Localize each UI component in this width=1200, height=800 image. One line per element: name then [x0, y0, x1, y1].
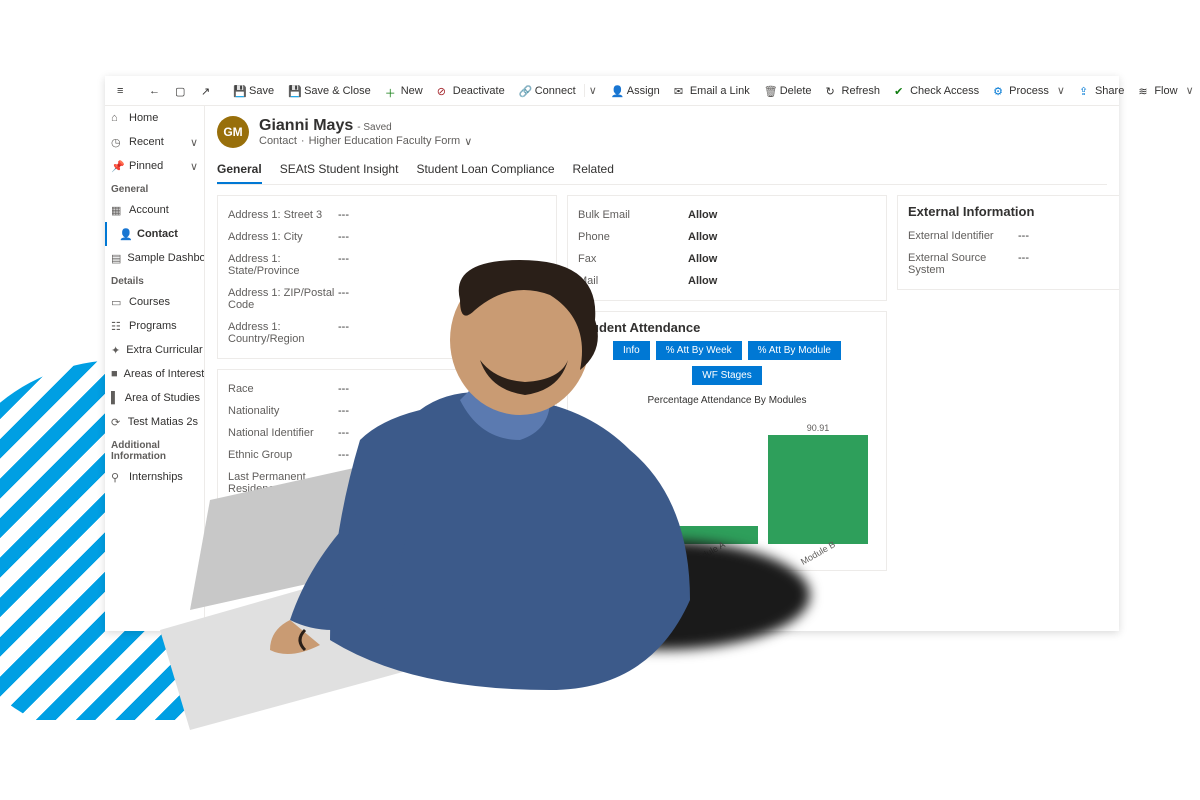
connect-icon: 🔗	[519, 85, 531, 97]
connect-button[interactable]: 🔗Connect∨	[513, 79, 603, 103]
sidebar-item-contact[interactable]: 👤 Contact	[105, 222, 204, 246]
sidebar-item-pinned[interactable]: 📌 Pinned ∨	[105, 154, 204, 178]
field-label: External Identifier	[908, 230, 1018, 242]
new-button[interactable]: ＋New	[379, 79, 429, 103]
plus-icon: ＋	[385, 85, 397, 97]
account-icon: ▦	[111, 204, 123, 216]
programs-icon: ☷	[111, 320, 123, 332]
field-value: Allow	[688, 231, 717, 243]
refresh-button[interactable]: ↻Refresh	[820, 79, 887, 103]
field-value: Allow	[688, 209, 717, 221]
dashboard-icon: ▤	[111, 252, 121, 264]
field-label: Bulk Email	[578, 209, 688, 221]
field-row[interactable]: External Identifier---	[908, 225, 1116, 247]
form-icon: ▢	[175, 85, 187, 97]
email-icon: ✉	[674, 85, 686, 97]
back-icon: ←	[149, 85, 161, 97]
process-icon: ⚙	[993, 85, 1005, 97]
pin-icon: 📌	[111, 160, 123, 172]
deactivate-icon: ⊘	[437, 85, 449, 97]
field-label: Phone	[578, 231, 688, 243]
email-link-button[interactable]: ✉Email a Link	[668, 79, 756, 103]
flow-icon: ≋	[1138, 85, 1150, 97]
field-value: ---	[338, 231, 349, 243]
command-bar: ≡ ← ▢ ↗ 💾Save 💾Save & Close ＋New ⊘Deacti…	[105, 76, 1119, 106]
back-button[interactable]: ←	[143, 79, 167, 103]
delete-button[interactable]: 🗑Delete	[758, 79, 818, 103]
field-label: Address 1: City	[228, 231, 338, 243]
save-close-button[interactable]: 💾Save & Close	[282, 79, 377, 103]
chevron-down-icon: ∨	[190, 136, 198, 149]
form-button[interactable]: ▢	[169, 79, 193, 103]
check-access-button[interactable]: ✔Check Access	[888, 79, 985, 103]
sidebar-item-home[interactable]: ⌂ Home	[105, 106, 204, 130]
field-row[interactable]: Address 1: City---	[228, 226, 546, 248]
chart-bar	[768, 435, 868, 544]
sidebar-item-label: Account	[129, 204, 169, 216]
extra-icon: ✦	[111, 344, 120, 356]
field-value: ---	[1018, 252, 1029, 276]
field-row[interactable]: Bulk EmailAllow	[578, 204, 876, 226]
nav-section-general: General	[105, 178, 204, 198]
process-button[interactable]: ⚙Process∨	[987, 79, 1071, 103]
assign-button[interactable]: 👤Assign	[605, 79, 666, 103]
clock-icon: ◷	[111, 136, 123, 148]
save-close-icon: 💾	[288, 85, 300, 97]
field-row[interactable]: PhoneAllow	[578, 226, 876, 248]
record-subtitle: Contact · Higher Education Faculty Form …	[259, 135, 472, 148]
check-icon: ✔	[894, 85, 906, 97]
courses-icon: ▭	[111, 296, 123, 308]
open-button[interactable]: ↗	[195, 79, 219, 103]
sidebar-item-label: Recent	[129, 136, 164, 148]
field-row[interactable]: Address 1: Street 3---	[228, 204, 546, 226]
field-value: ---	[338, 209, 349, 221]
share-button[interactable]: ⇪Share	[1073, 79, 1130, 103]
sidebar-item-account[interactable]: ▦ Account	[105, 198, 204, 222]
chevron-down-icon: ∨	[584, 84, 597, 97]
test-icon: ⟳	[111, 416, 122, 428]
sidebar-item-label: Home	[129, 112, 158, 124]
record-title: Gianni Mays	[259, 117, 353, 134]
avatar: GM	[217, 116, 249, 148]
save-icon: 💾	[233, 85, 245, 97]
contact-icon: 👤	[119, 228, 131, 240]
tab-seats-student-insight[interactable]: SEAtS Student Insight	[280, 156, 399, 184]
save-status: - Saved	[357, 122, 391, 133]
intern-icon: ⚲	[111, 471, 123, 483]
delete-icon: 🗑	[764, 85, 776, 97]
tab-related[interactable]: Related	[573, 156, 614, 184]
refresh-icon: ↻	[826, 85, 838, 97]
menu-button[interactable]: ≡	[111, 79, 135, 103]
sidebar-item-recent[interactable]: ◷ Recent ∨	[105, 130, 204, 154]
person-photo	[130, 260, 750, 760]
home-icon: ⌂	[111, 112, 123, 124]
field-label: Address 1: Street 3	[228, 209, 338, 221]
save-button[interactable]: 💾Save	[227, 79, 280, 103]
external-info-card: External Information External Identifier…	[897, 195, 1119, 290]
tab-student-loan-compliance[interactable]: Student Loan Compliance	[416, 156, 554, 184]
tab-general[interactable]: General	[217, 156, 262, 184]
field-label: External Source System	[908, 252, 1018, 276]
hamburger-icon: ≡	[117, 85, 129, 97]
chevron-down-icon: ∨	[190, 160, 198, 173]
deactivate-button[interactable]: ⊘Deactivate	[431, 79, 511, 103]
open-icon: ↗	[201, 85, 213, 97]
form-tabs: General SEAtS Student Insight Student Loan…	[217, 156, 1107, 185]
sidebar-item-label: Contact	[137, 228, 178, 240]
chart-value-label: 90.91	[807, 423, 830, 433]
field-row[interactable]: External Source System---	[908, 247, 1116, 281]
external-info-title: External Information	[908, 204, 1116, 219]
field-value: ---	[1018, 230, 1029, 242]
interest-icon: ■	[111, 368, 118, 380]
sidebar-item-label: Pinned	[129, 160, 163, 172]
assign-icon: 👤	[611, 85, 623, 97]
share-icon: ⇪	[1079, 85, 1091, 97]
record-header: GM Gianni Mays - Saved Contact · Higher E…	[217, 116, 1107, 148]
chevron-down-icon[interactable]: ∨	[464, 135, 472, 148]
chevron-down-icon: ∨	[1057, 84, 1065, 97]
studies-icon: ▌	[111, 392, 119, 404]
chevron-down-icon: ∨	[1186, 84, 1194, 97]
flow-button[interactable]: ≋Flow∨	[1132, 79, 1199, 103]
attendance-btn--att-by-module[interactable]: % Att By Module	[748, 341, 841, 360]
